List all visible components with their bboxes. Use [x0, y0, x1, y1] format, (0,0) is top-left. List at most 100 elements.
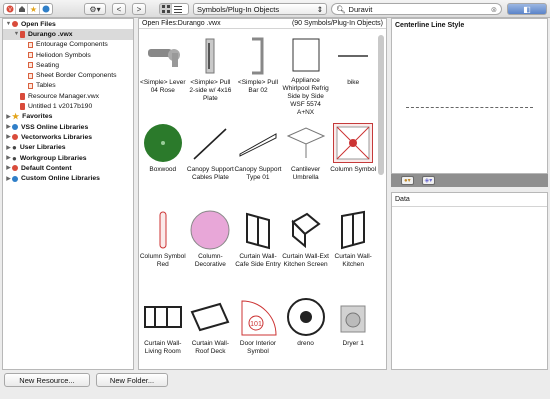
tree-item[interactable]: Sheet Border Components [3, 70, 133, 80]
disclosure-closed-icon[interactable]: ▶ [5, 145, 12, 151]
resource-label: Column Symbol [330, 166, 377, 173]
resource-thumbnail[interactable]: Curtain Wall-Living Room [139, 291, 187, 369]
resource-thumbnail[interactable]: Curtain Wall-Roof Deck [187, 291, 235, 369]
resource-label: Door Interior Symbol [239, 340, 277, 355]
door-number-tag: 101 [250, 321, 262, 328]
canopy-support-icon [238, 123, 278, 163]
disclosure-open-icon[interactable]: ▼ [13, 31, 20, 37]
resource-browser: Open Files:Durango .vwx (90 Symbols/Plug… [138, 18, 387, 370]
clear-search-icon[interactable]: ⊗ [491, 5, 497, 14]
new-folder-button[interactable]: New Folder... [96, 373, 168, 387]
tree-item-label: User Libraries [19, 144, 66, 152]
lever-icon [143, 36, 183, 76]
resource-thumbnail[interactable]: <Simple> Pull Bar 02 [234, 30, 282, 117]
disclosure-open-icon[interactable]: ▼ [5, 21, 12, 27]
resource-label: Dryer 1 [342, 340, 364, 347]
disclosure-closed-icon[interactable]: ▶ [5, 165, 12, 171]
resource-thumbnail[interactable]: <Simple> Lever 04 Rose [139, 30, 187, 117]
grid-view-icon[interactable] [160, 4, 172, 14]
new-resource-button[interactable]: New Resource... [4, 373, 90, 387]
vertical-scrollbar[interactable] [378, 35, 384, 175]
resource-type-toggle[interactable]: V ★ [3, 3, 53, 15]
tree-item[interactable]: Untitled 1 v2017b190 [3, 101, 133, 111]
resource-label: Curtain Wall-Ext Kitchen Screen [282, 253, 329, 268]
data-panel-title: Data [392, 193, 547, 207]
resource-thumbnail[interactable]: Appliance Whirlpool Refrig Side by Side … [282, 30, 330, 117]
back-button[interactable]: < [112, 3, 126, 15]
search-input[interactable]: 🔍︎ Duravit ⊗ [331, 3, 502, 15]
resource-thumbnail[interactable]: Curtain Wall-Kitchen [329, 204, 377, 291]
view-mode-toggle[interactable] [159, 3, 189, 15]
resource-thumbnail[interactable]: Column Symbol Red [139, 204, 187, 291]
tree-item[interactable]: ▶ VSS Online Libraries [3, 122, 133, 132]
resource-thumbnail[interactable]: Column Symbol [329, 117, 377, 204]
umbrella-icon [286, 123, 326, 163]
tree-item[interactable]: ▶ Custom Online Libraries [3, 173, 133, 183]
resource-label: Column-Decorative [194, 253, 226, 268]
tree-item[interactable]: ▼ Open Files [3, 19, 133, 29]
resource-filter-dropdown[interactable]: Symbols/Plug-In Objects ⇕ [193, 3, 327, 15]
file-icon [20, 30, 25, 38]
resource-thumbnail[interactable]: Dryer 1 [329, 291, 377, 369]
tree-item[interactable]: Entourage Components [3, 40, 133, 50]
resource-thumbnail[interactable]: Curtain Wall-Ext Kitchen Screen [282, 204, 330, 291]
tree-item[interactable]: Resource Manager.vwx [3, 91, 133, 101]
resource-thumbnail[interactable]: Cantilever Umbrella [282, 117, 330, 204]
resource-thumbnail[interactable]: 101 Door Interior Symbol [234, 291, 282, 369]
resource-thumbnail[interactable]: Curtain Wall-Cafe Side Entry [234, 204, 282, 291]
view-mode-button[interactable]: ◈▾ [421, 176, 436, 185]
forward-button[interactable]: > [132, 3, 146, 15]
resource-thumbnail[interactable]: <Simple> Pull 2-side w/ 4x16 Plate [187, 30, 235, 117]
tree-item[interactable]: ▶ Default Content [3, 163, 133, 173]
gear-menu-button[interactable]: ⚙▾ [84, 3, 106, 15]
folder-icon [28, 82, 33, 89]
tree-item[interactable]: ▶ ● User Libraries [3, 143, 133, 153]
resource-thumbnail[interactable]: Column-Decorative [187, 204, 235, 291]
tree-item[interactable]: ▶ ★ Favorites [3, 112, 133, 122]
sidebar-toggle-icon: ◧ [523, 4, 531, 14]
teapot-icon: ●▾ [404, 178, 411, 184]
star-icon[interactable]: ★ [28, 4, 40, 14]
resource-thumbnail[interactable]: Canopy Support Type 01 [234, 117, 282, 204]
resource-thumbnail[interactable]: bike [329, 30, 377, 117]
door-symbol-icon: 101 [238, 297, 278, 337]
line-style-preview [406, 107, 533, 108]
folder-icon [28, 52, 33, 59]
tree-item[interactable]: ▶ Vectorworks Libraries [3, 132, 133, 142]
tree-item[interactable]: ▼ Durango .vwx [3, 29, 133, 40]
dryer-icon [333, 297, 373, 337]
tree-item[interactable]: Seating [3, 60, 133, 70]
disclosure-closed-icon[interactable]: ▶ [5, 155, 12, 161]
tree-item-label: Tables [36, 82, 56, 90]
curtain-wall-kitchen-icon [333, 210, 373, 250]
panel-toggle-button[interactable]: ◧ [507, 3, 547, 15]
list-view-icon[interactable] [172, 4, 184, 14]
tree-item-label: Sheet Border Components [36, 72, 117, 80]
resource-thumbnail[interactable]: Canopy Support Cables Plate [187, 117, 235, 204]
resource-label: Curtain Wall-Roof Deck [191, 340, 230, 355]
globe-icon[interactable] [40, 4, 52, 14]
resource-label: <Simple> Pull Bar 02 [237, 79, 279, 94]
disclosure-closed-icon[interactable]: ▶ [5, 114, 12, 120]
resource-thumbnail[interactable]: dreno [282, 291, 330, 369]
resource-header: Open Files:Durango .vwx (90 Symbols/Plug… [139, 19, 386, 29]
vectorworks-icon[interactable]: V [4, 4, 16, 14]
tree-item-label: Favorites [22, 113, 53, 121]
tree-item[interactable]: ▶ ● Workgroup Libraries [3, 153, 133, 163]
resource-thumbnail[interactable]: Boxwood [139, 117, 187, 204]
tree-item[interactable]: Heliodon Symbols [3, 50, 133, 60]
disclosure-closed-icon[interactable]: ▶ [5, 124, 12, 130]
pull-plate-icon [190, 36, 230, 76]
tree-item[interactable]: Tables [3, 81, 133, 91]
home-icon[interactable] [16, 4, 28, 14]
tree-item-label: Custom Online Libraries [21, 175, 100, 183]
globe-icon [12, 175, 18, 182]
column-decorative-icon [190, 210, 230, 250]
disclosure-closed-icon[interactable]: ▶ [5, 176, 12, 182]
tree-item-label: Default Content [21, 164, 72, 172]
file-icon [20, 92, 25, 100]
disclosure-closed-icon[interactable]: ▶ [5, 134, 12, 140]
vectorworks-icon [12, 21, 18, 28]
render-mode-button[interactable]: ●▾ [401, 176, 414, 185]
toolbar: V ★ ⚙▾ < > Symbols/Plug-In Objects ⇕ 🔍︎ D… [0, 0, 550, 18]
